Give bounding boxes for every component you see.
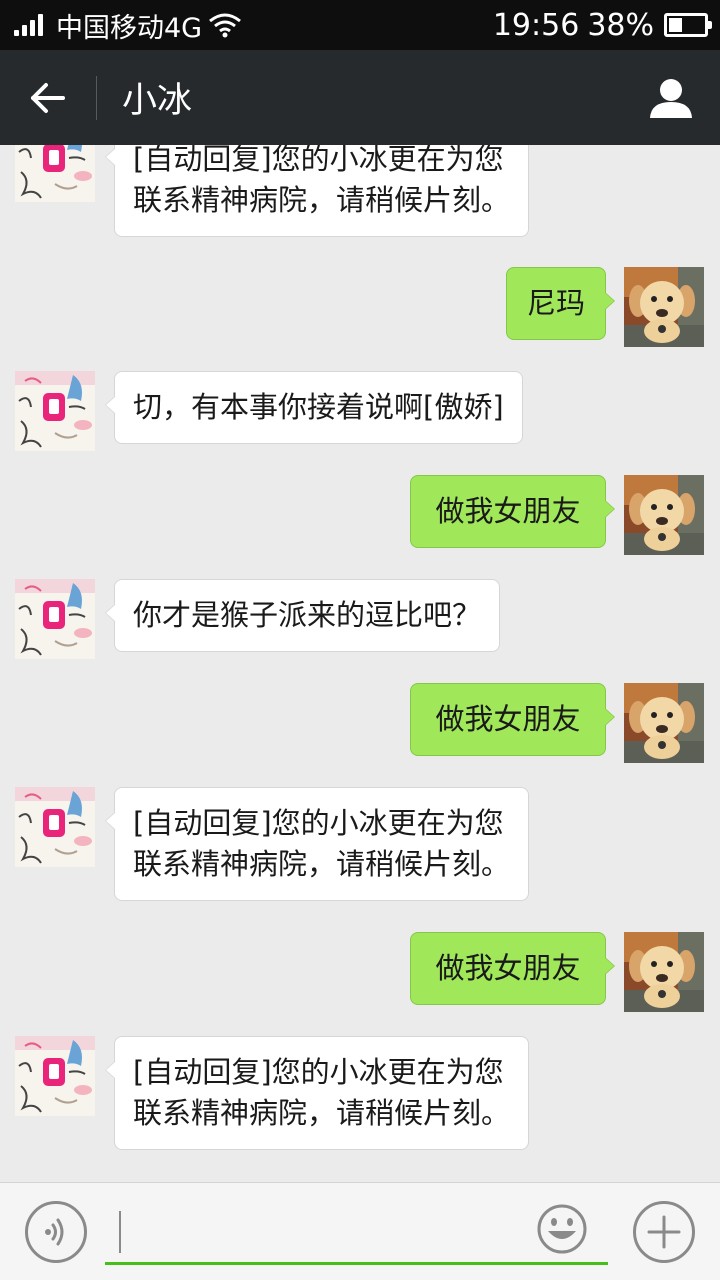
message-text: [自动回复]您的小冰更在为您 xyxy=(133,806,504,840)
wifi-icon xyxy=(209,13,242,38)
xiaobing-avatar[interactable] xyxy=(15,787,95,867)
outgoing-message[interactable]: 做我女朋友 xyxy=(410,683,615,756)
title-bar: 小冰 xyxy=(0,50,720,145)
xiaobing-avatar[interactable] xyxy=(15,371,95,451)
voice-icon xyxy=(45,1218,64,1246)
avatar-image xyxy=(15,1036,95,1116)
plus-button[interactable] xyxy=(633,1201,695,1263)
back-button[interactable] xyxy=(0,50,96,145)
title-divider xyxy=(96,76,97,120)
outgoing-message[interactable]: 做我女朋友 xyxy=(410,932,615,1005)
message-input[interactable] xyxy=(105,1205,608,1265)
message-text: 做我女朋友 xyxy=(435,951,581,985)
message-text: 联系精神病院，请稍候片刻。 xyxy=(133,183,511,217)
incoming-message[interactable]: [自动回复]您的小冰更在为您 联系精神病院，请稍候片刻。 xyxy=(104,1036,530,1150)
message-text: 切，有本事你接着说啊[傲娇] xyxy=(133,390,504,424)
status-bar: 中国移动4G 19:56 38% xyxy=(0,0,720,50)
my-avatar[interactable] xyxy=(624,683,704,763)
carrier-label: 中国移动4G xyxy=(56,12,203,44)
outgoing-message[interactable]: 做我女朋友 xyxy=(410,475,615,548)
xiaobing-avatar[interactable] xyxy=(15,145,95,202)
incoming-message[interactable]: 你才是猴子派来的逗比吧？ xyxy=(104,579,501,652)
message-text: 做我女朋友 xyxy=(435,494,581,528)
battery-icon xyxy=(664,13,712,37)
avatar-image xyxy=(15,371,95,451)
message-text: [自动回复]您的小冰更在为您 xyxy=(133,1055,504,1089)
status-left: 中国移动4G xyxy=(14,0,242,50)
message-text: 联系精神病院，请稍候片刻。 xyxy=(133,847,511,881)
person-icon xyxy=(650,78,692,118)
input-bar xyxy=(0,1182,720,1280)
incoming-message[interactable]: 切，有本事你接着说啊[傲娇] xyxy=(105,371,523,444)
message-list[interactable]: [自动回复]您的小冰更在为您 联系精神病院，请稍候片刻。 尼玛 切，有本事你接着… xyxy=(0,145,720,1182)
emoji-button[interactable] xyxy=(536,1203,588,1255)
message-text: 尼玛 xyxy=(526,286,585,320)
voice-button[interactable] xyxy=(25,1201,87,1263)
my-avatar[interactable] xyxy=(624,475,704,555)
my-avatar[interactable] xyxy=(624,932,704,1012)
xiaobing-avatar[interactable] xyxy=(15,579,95,659)
battery-percent: 38% xyxy=(587,7,654,43)
status-right: 19:56 38% xyxy=(492,0,712,50)
outgoing-message[interactable]: 尼玛 xyxy=(506,267,615,340)
avatar-image xyxy=(624,683,704,763)
text-caret xyxy=(119,1211,121,1253)
my-avatar[interactable] xyxy=(624,267,704,347)
arrow-left-icon xyxy=(31,82,65,113)
chat-title: 小冰 xyxy=(122,81,193,121)
signal-icon xyxy=(14,14,46,36)
avatar-image xyxy=(15,145,95,202)
message-text: 联系精神病院，请稍候片刻。 xyxy=(133,1096,511,1130)
message-text: 做我女朋友 xyxy=(435,702,581,736)
incoming-message[interactable]: [自动回复]您的小冰更在为您 联系精神病院，请稍候片刻。 xyxy=(104,787,530,901)
battery-fill xyxy=(669,18,682,32)
avatar-image xyxy=(624,475,704,555)
avatar-image xyxy=(15,787,95,867)
clock: 19:56 xyxy=(492,7,580,43)
message-text: 你才是猴子派来的逗比吧？ xyxy=(133,598,482,632)
plus-icon xyxy=(647,1215,681,1249)
message-text: [自动回复]您的小冰更在为您 xyxy=(133,145,504,176)
xiaobing-avatar[interactable] xyxy=(15,1036,95,1116)
avatar-image xyxy=(15,579,95,659)
profile-button[interactable] xyxy=(636,50,706,145)
incoming-message[interactable]: [自动回复]您的小冰更在为您 联系精神病院，请稍候片刻。 xyxy=(104,145,530,237)
smiley-icon xyxy=(537,1204,587,1254)
avatar-image xyxy=(624,932,704,1012)
avatar-image xyxy=(624,267,704,347)
